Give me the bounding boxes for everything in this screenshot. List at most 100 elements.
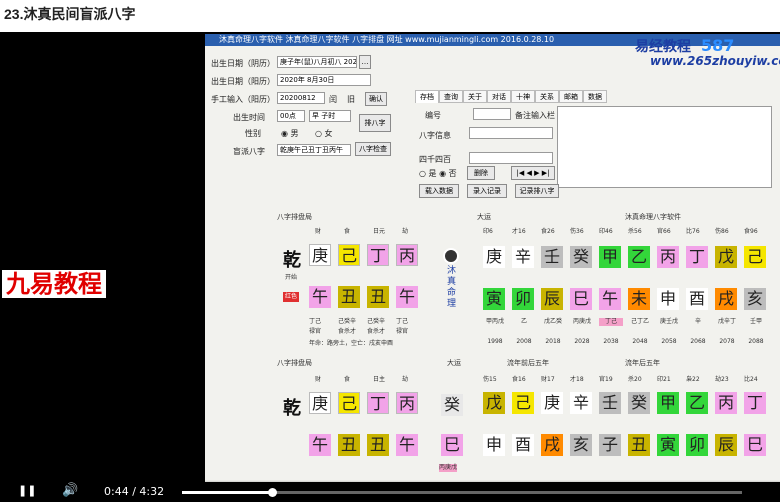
flow-god: 食16: [512, 376, 526, 383]
bottom-god: 日主: [373, 376, 386, 383]
delete-button[interactable]: 删除: [467, 166, 495, 180]
gender-male-radio[interactable]: ◉ 男: [281, 128, 299, 139]
tab-7[interactable]: 数据: [583, 90, 607, 103]
check-button[interactable]: 八字检查: [355, 142, 391, 156]
dayun-god: 伤86: [715, 228, 729, 235]
flow-god: 伤15: [483, 376, 497, 383]
bottom-branch: 丑: [338, 434, 360, 456]
hongshi-badge: 红色: [283, 292, 300, 302]
tab-0[interactable]: 存档: [415, 90, 439, 103]
tab-2[interactable]: 关于: [463, 90, 487, 103]
male-label: 男: [290, 129, 299, 138]
flow-god: 官19: [599, 376, 613, 383]
yun-stem: 癸: [441, 394, 463, 416]
flow-god: 劫23: [715, 376, 729, 383]
kaishu-label: 开始: [285, 274, 298, 281]
bottom-branch: 午: [396, 434, 418, 456]
leap-option[interactable]: 闰: [329, 94, 337, 105]
dayun-stem: 乙: [628, 246, 650, 268]
stem-tile: 丙: [396, 244, 418, 266]
solar-date-field[interactable]: 2020年 8月30日: [277, 74, 371, 86]
dayun-branch: 未: [628, 288, 650, 310]
dayun-note: 庚壬戊: [659, 318, 678, 325]
qian-symbol-bottom: 乾: [283, 398, 301, 419]
tab-3[interactable]: 对话: [487, 90, 511, 103]
brand-logo: 九易教程: [2, 270, 106, 298]
dayun-year: 2058: [661, 338, 677, 345]
bazi-field[interactable]: 乾庚午己丑丁丑丙午: [277, 144, 351, 156]
archive-yes-radio[interactable]: ○ 是 ◉ 否: [419, 168, 457, 179]
paipan-button[interactable]: 排八字: [359, 114, 391, 132]
dayun-year: 2038: [603, 338, 619, 345]
dayun-branch: 亥: [744, 288, 766, 310]
archive-no-label: 否: [448, 169, 457, 178]
flow-branch: 巳: [744, 434, 766, 456]
load-data-button[interactable]: 载入数据: [419, 184, 459, 198]
progress-track[interactable]: [182, 488, 742, 497]
label-bazi: 盲派八字: [233, 147, 265, 156]
flow-god: 财17: [541, 376, 555, 383]
dayun-stem: 辛: [512, 246, 534, 268]
dayun-stem: 丙: [657, 246, 679, 268]
progress-fill: [182, 491, 272, 494]
mujian-logo: 沐真命理: [447, 266, 457, 309]
gender-female-radio[interactable]: ○ 女: [315, 128, 333, 139]
pause-icon[interactable]: ❚❚: [18, 484, 36, 498]
nav-arrows[interactable]: |◀ ◀ ▶ ▶|: [511, 166, 555, 180]
flow-stem: 丁: [744, 392, 766, 414]
yun-note: 丙庚戊: [439, 464, 458, 472]
hour-field[interactable]: 00点: [277, 110, 305, 122]
dayun-god: 比76: [686, 228, 700, 235]
confirm-button[interactable]: 确认: [365, 92, 387, 106]
yun-branch: 巳: [441, 434, 463, 456]
time-select[interactable]: 早 子时: [309, 110, 351, 122]
dayun-label: 大运: [477, 213, 491, 221]
bottom-stem: 庚: [309, 392, 331, 414]
flow-branch: 子: [599, 434, 621, 456]
branch-tile: 午: [309, 286, 331, 308]
bottom-stem: 丁: [367, 392, 389, 414]
archive-search-input[interactable]: [469, 152, 553, 164]
flow-branch: 申: [483, 434, 505, 456]
archive-note-label: 备注输入栏: [515, 111, 555, 120]
hidden-god: 食杀才: [367, 328, 386, 335]
archive-info-input[interactable]: [469, 127, 553, 139]
manual-date-input[interactable]: 20200812: [277, 92, 325, 104]
watermark-url: www.265zhouyiw.com: [650, 54, 780, 68]
label-lunar: 出生日期（阴历）: [211, 59, 275, 68]
dayun-branch: 辰: [541, 288, 563, 310]
lunar-date-field[interactable]: 庚子年(鼠)八月初八 2020-08-20: [277, 56, 357, 68]
tab-6[interactable]: 邮箱: [559, 90, 583, 103]
archive-code-input[interactable]: [473, 108, 511, 120]
tab-5[interactable]: 关系: [535, 90, 559, 103]
bottom-yun-label: 大运: [447, 359, 461, 367]
archive-yes-label: 是: [428, 169, 437, 178]
tab-1[interactable]: 查询: [439, 90, 463, 103]
archive-code-label: 编号: [425, 111, 441, 120]
god-label: 食: [344, 228, 351, 235]
old-option[interactable]: 旧: [347, 94, 355, 105]
hidden-stem: 己癸辛: [367, 318, 386, 325]
lunar-date-picker[interactable]: …: [359, 55, 371, 69]
app-window: 沐真命理八字软件 沐真命理八字软件 八字排盘 网址 www.mujianming…: [205, 34, 780, 482]
dayun-god: 杀56: [628, 228, 642, 235]
tab-4[interactable]: 十神: [511, 90, 535, 103]
volume-icon[interactable]: 🔊: [62, 483, 78, 498]
branch-tile: 丑: [367, 286, 389, 308]
video-player[interactable]: 九易教程 沐真命理八字软件 沐真命理八字软件 八字排盘 网址 www.mujia…: [0, 32, 780, 502]
hidden-stem: 丁己: [309, 318, 322, 325]
hidden-stem: 丁己: [396, 318, 409, 325]
dayun-branch: 戌: [715, 288, 737, 310]
flow-stem: 戊: [483, 392, 505, 414]
record-paipan-button[interactable]: 记录排八字: [515, 184, 559, 198]
flow-branch: 辰: [715, 434, 737, 456]
archive-note-area[interactable]: [557, 106, 772, 188]
hidden-god: 食杀才: [338, 328, 357, 335]
save-record-button[interactable]: 录入记录: [467, 184, 507, 198]
dayun-god: 印6: [483, 228, 493, 235]
dayun-note: 甲丙戊: [485, 318, 504, 325]
progress-thumb[interactable]: [267, 488, 277, 497]
flow-stem: 癸: [628, 392, 650, 414]
bottom-god: 劫: [402, 376, 409, 383]
dayun-note: 戊辛丁: [717, 318, 736, 325]
